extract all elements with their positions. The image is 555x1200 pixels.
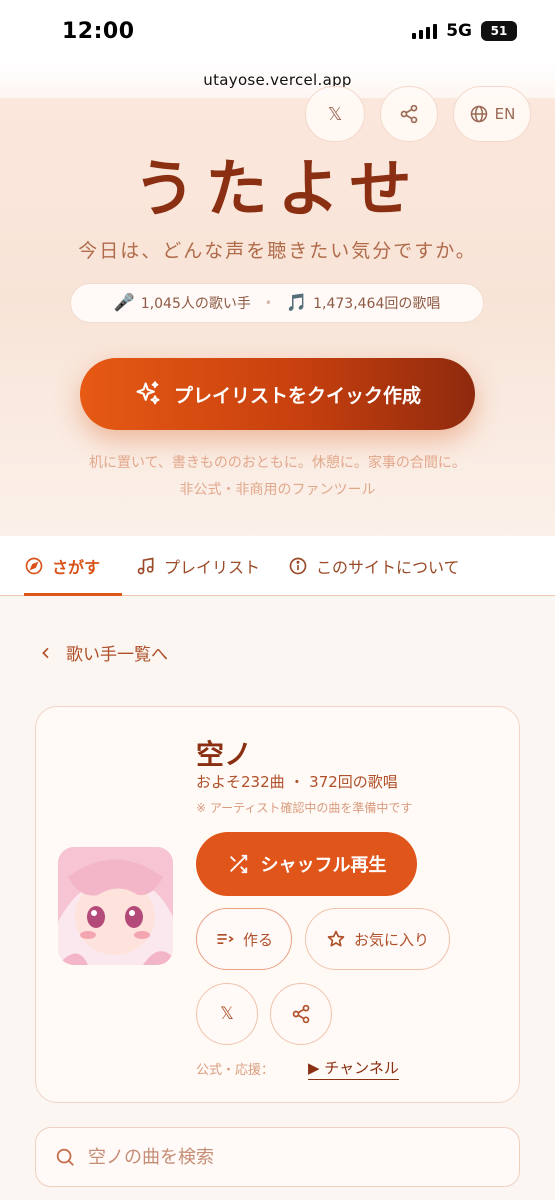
share-icon	[292, 1004, 310, 1024]
artist-card: 空ノ およそ232曲 ・ 372回の歌唱 ※ アーティスト確認中の曲を準備中です…	[35, 706, 520, 1103]
globe-icon	[470, 105, 487, 123]
songs-count: 1,473,464回の歌唱	[313, 296, 441, 312]
songs-stat: 🎵 1,473,464回の歌唱	[286, 293, 440, 313]
star-icon	[327, 930, 345, 947]
sparkle-icon	[136, 381, 160, 405]
tab-playlist-label: プレイリスト	[164, 557, 261, 577]
network-type: 5G	[446, 21, 472, 41]
shuffle-play-label: シャッフル再生	[260, 855, 387, 876]
create-playlist-button[interactable]: 作る	[196, 908, 292, 970]
song-search-box[interactable]	[35, 1127, 520, 1187]
x-logo-icon: 𝕏	[220, 1004, 234, 1024]
x-logo-icon: 𝕏	[327, 103, 343, 125]
chevron-left-icon	[42, 647, 49, 658]
artist-avatar	[58, 847, 173, 965]
status-indicators: 5G 51	[412, 21, 517, 41]
song-search-input[interactable]	[88, 1146, 488, 1168]
singers-count: 1,045人の歌い手	[140, 296, 251, 312]
tab-about-label: このサイトについて	[316, 557, 460, 577]
usage-hint: 机に置いて、書きもののおともに。休憩に。家事の合間に。	[89, 455, 466, 471]
compass-icon	[25, 557, 43, 574]
tab-search[interactable]: さがす	[0, 536, 123, 596]
battery-icon: 51	[481, 21, 517, 41]
tab-playlist[interactable]: プレイリスト	[122, 536, 274, 595]
stats-separator: •	[264, 296, 272, 310]
microphone-icon: 🎤	[113, 293, 135, 313]
shuffle-icon	[229, 854, 247, 874]
tagline: 今日は、どんな声を聴きたい気分ですか。	[78, 240, 477, 262]
channel-link[interactable]: ▶ チャンネル	[308, 1057, 399, 1080]
info-icon	[289, 557, 307, 574]
disclaimer: 非公式・非商用のファンツール	[179, 482, 376, 498]
artist-avatar-image	[58, 847, 173, 965]
artist-note: ※ アーティスト確認中の曲を準備中です	[196, 801, 413, 815]
official-support-label: 公式・応援：	[196, 1063, 275, 1078]
site-logo: うたよせ	[133, 152, 422, 225]
favorite-label: お気に入り	[353, 930, 429, 949]
music-note-icon: 🎵	[285, 293, 308, 313]
share-x-top-button[interactable]: 𝕏	[305, 86, 365, 142]
language-label: EN	[494, 105, 516, 123]
share-x-button[interactable]: 𝕏	[196, 983, 258, 1045]
status-time: 12:00	[62, 18, 135, 44]
artist-meta: およそ232曲 ・ 372回の歌唱	[196, 773, 398, 791]
music-icon	[137, 557, 154, 574]
quick-playlist-button[interactable]: プレイリストをクイック作成	[80, 358, 475, 430]
create-playlist-label: 作る	[242, 930, 273, 949]
back-link-label: 歌い手一覧へ	[66, 645, 168, 665]
language-button[interactable]: EN	[453, 86, 531, 142]
share-icon	[400, 104, 418, 124]
shuffle-play-button[interactable]: シャッフル再生	[196, 832, 417, 896]
favorite-button[interactable]: お気に入り	[305, 908, 450, 970]
stats-pill: 🎤 1,045人の歌い手 • 🎵 1,473,464回の歌唱	[70, 283, 484, 323]
status-bar: 12:00 5G 51	[0, 0, 555, 62]
playlist-add-icon	[217, 934, 234, 944]
signal-icon	[412, 23, 438, 39]
share-top-button[interactable]	[380, 86, 438, 142]
search-icon	[56, 1148, 74, 1166]
main-tabs: さがす プレイリスト このサイトについて	[0, 536, 555, 596]
tab-about[interactable]: このサイトについて	[274, 536, 474, 595]
quick-playlist-label: プレイリストをクイック作成	[173, 384, 421, 407]
share-button[interactable]	[270, 983, 332, 1045]
back-to-singers-link[interactable]: 歌い手一覧へ	[38, 640, 168, 665]
artist-name: 空ノ	[196, 738, 253, 771]
tab-search-label: さがす	[52, 557, 101, 577]
singers-stat: 🎤 1,045人の歌い手	[114, 293, 251, 313]
